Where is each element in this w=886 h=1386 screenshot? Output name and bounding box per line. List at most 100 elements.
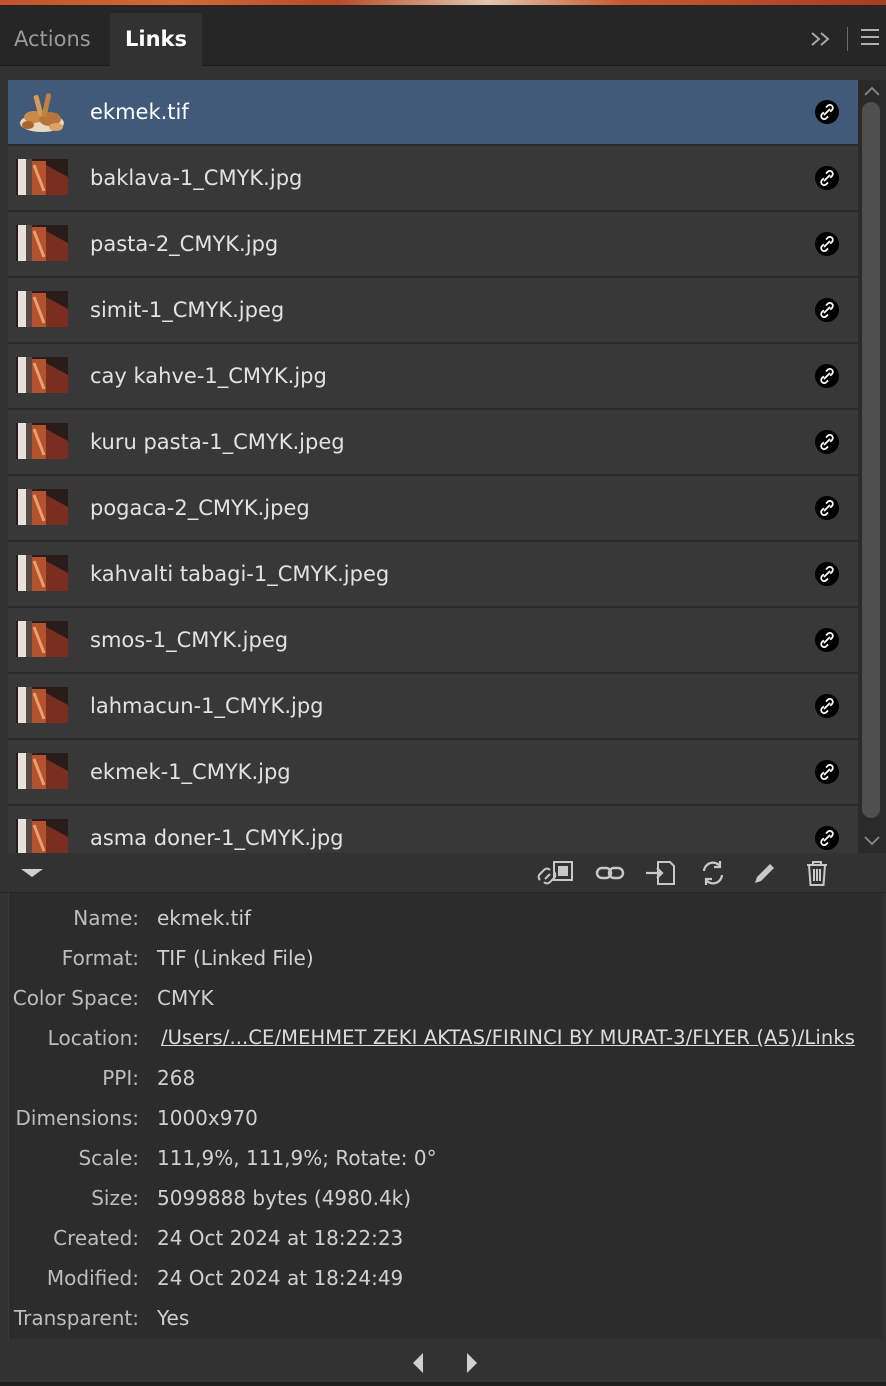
image-thumbnail [16,687,68,723]
link-name: lahmacun-1_CMYK.jpg [90,694,324,718]
link-name: pasta-2_CMYK.jpg [90,232,279,256]
relink-icon[interactable] [594,858,626,888]
info-modified: Modified: 24 Oct 2024 at 18:24:49 [9,1258,884,1298]
link-row[interactable]: cay kahve-1_CMYK.jpg [8,344,858,410]
scroll-down-icon[interactable] [862,832,882,848]
image-thumbnail [16,621,68,657]
image-thumbnail [16,555,68,591]
link-row[interactable]: lahmacun-1_CMYK.jpg [8,674,858,740]
info-value: ekmek.tif [157,906,252,930]
info-value: 1000x970 [157,1106,258,1130]
list-scrollbar[interactable] [858,80,886,853]
link-row[interactable]: kuru pasta-1_CMYK.jpeg [8,410,858,476]
panel-menu-icon[interactable] [858,25,882,49]
collapse-panel-icon[interactable] [808,21,834,57]
relink-from-libraries-icon[interactable] [536,858,576,888]
location-link[interactable]: /Users/...CE/MEHMET ZEKI AKTAS/FIRINCI B… [161,1018,855,1058]
info-format: Format: TIF (Linked File) [9,938,884,978]
link-row[interactable]: baklava-1_CMYK.jpg [8,146,858,212]
info-created: Created: 24 Oct 2024 at 18:22:23 [9,1218,884,1258]
image-thumbnail [16,225,68,261]
link-row-ekmek-tif[interactable]: ekmek.tif [8,80,858,146]
tab-links[interactable]: Links [110,13,202,66]
panel-tab-bar: Actions Links [0,5,886,66]
link-name: kahvalti tabagi-1_CMYK.jpeg [90,562,390,586]
link-row[interactable]: kahvalti tabagi-1_CMYK.jpeg [8,542,858,608]
linked-status-icon [815,430,839,454]
info-color-space: Color Space: CMYK [9,978,884,1018]
link-name: asma doner-1_CMYK.jpg [90,826,344,850]
info-label: Dimensions: [15,1106,139,1130]
trash-icon[interactable] [804,858,830,888]
linked-status-icon [815,562,839,586]
linked-status-icon [815,298,839,322]
link-row[interactable]: smos-1_CMYK.jpeg [8,608,858,674]
link-row[interactable]: ekmek-1_CMYK.jpg [8,740,858,806]
link-row[interactable]: pasta-2_CMYK.jpg [8,212,858,278]
info-size: Size: 5099888 bytes (4980.4k) [9,1178,884,1218]
info-label: Name: [73,906,139,930]
update-link-icon[interactable] [698,858,728,888]
link-name: simit-1_CMYK.jpeg [90,298,285,322]
info-ppi: PPI: 268 [9,1058,884,1098]
info-label: Scale: [78,1146,139,1170]
previous-link-icon[interactable] [410,1351,426,1375]
info-label: Modified: [46,1266,139,1290]
info-value: CMYK [157,986,214,1010]
edit-original-icon[interactable] [750,858,778,888]
link-name: pogaca-2_CMYK.jpeg [90,496,310,520]
scroll-thumb[interactable] [862,102,880,818]
linked-status-icon [815,694,839,718]
info-scale: Scale: 111,9%, 111,9%; Rotate: 0° [9,1138,884,1178]
info-label: PPI: [102,1066,139,1090]
linked-status-icon [815,166,839,190]
link-name: baklava-1_CMYK.jpg [90,166,303,190]
links-toolbar [0,853,886,893]
linked-status-icon [815,760,839,784]
links-list: ekmek.tif baklava-1_CMYK.jpg pasta-2_CMY… [8,80,858,853]
link-row[interactable]: simit-1_CMYK.jpeg [8,278,858,344]
image-thumbnail [16,423,68,459]
panel-bottom-edge [0,1382,886,1386]
linked-status-icon [815,628,839,652]
link-name: ekmek.tif [90,100,189,124]
info-label: Transparent: [13,1306,139,1330]
image-thumbnail [16,291,68,327]
link-name: kuru pasta-1_CMYK.jpeg [90,430,345,454]
toggle-info-icon[interactable] [18,858,46,888]
info-value: 24 Oct 2024 at 18:24:49 [157,1266,404,1290]
image-thumbnail [16,357,68,393]
image-thumbnail [16,159,68,195]
link-row[interactable]: asma doner-1_CMYK.jpg [8,806,858,853]
info-value: TIF (Linked File) [157,946,314,970]
tab-actions[interactable]: Actions [0,13,105,66]
link-info-panel: Name: ekmek.tif Format: TIF (Linked File… [8,893,883,1339]
bread-thumbnail [16,89,68,135]
info-value: 24 Oct 2024 at 18:22:23 [157,1226,404,1250]
scroll-up-icon[interactable] [862,84,882,100]
next-link-icon[interactable] [464,1351,480,1375]
linked-status-icon [815,364,839,388]
info-value: 5099888 bytes (4980.4k) [157,1186,412,1210]
link-name: ekmek-1_CMYK.jpg [90,760,291,784]
linked-status-icon [815,232,839,256]
link-name: smos-1_CMYK.jpeg [90,628,289,652]
info-label: Color Space: [12,986,139,1010]
image-thumbnail [16,489,68,525]
info-transparent: Transparent: Yes [9,1298,884,1338]
tab-bar-divider [847,27,848,51]
link-name: cay kahve-1_CMYK.jpg [90,364,327,388]
go-to-link-icon[interactable] [644,858,678,888]
info-label: Location: [47,1026,139,1050]
info-label: Created: [53,1226,139,1250]
linked-status-icon [815,826,839,850]
linked-status-icon [815,100,839,124]
image-thumbnail [16,753,68,789]
image-thumbnail [16,819,68,853]
info-label: Format: [61,946,139,970]
info-value: 268 [157,1066,196,1090]
info-location: Location: /Users/...CE/MEHMET ZEKI AKTAS… [9,1018,884,1058]
link-row[interactable]: pogaca-2_CMYK.jpeg [8,476,858,542]
info-value: 111,9%, 111,9%; Rotate: 0° [157,1146,437,1170]
info-value: Yes [157,1306,190,1330]
